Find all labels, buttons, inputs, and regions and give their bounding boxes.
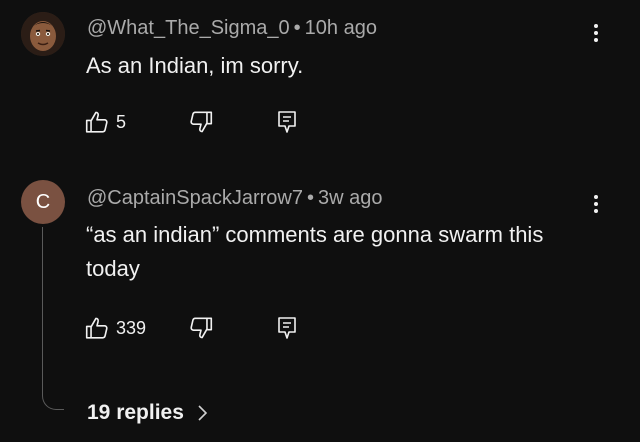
more-vertical-icon[interactable]	[584, 18, 608, 48]
like-button[interactable]: 5	[84, 106, 126, 138]
comment-text: “as an indian” comments are gonna swarm …	[86, 222, 544, 281]
avatar-face-image	[21, 12, 65, 56]
thread-connector-line	[42, 227, 64, 410]
like-button[interactable]: 339	[84, 312, 146, 344]
comments-section: @What_The_Sigma_0 • 10h ago As an Indian, …	[0, 0, 640, 442]
comment-timestamp[interactable]: 10h ago	[305, 17, 377, 39]
thumbs-up-icon	[85, 111, 108, 133]
view-replies-button[interactable]: 19 replies	[87, 398, 208, 428]
comment-text: As an Indian, im sorry.	[86, 53, 304, 78]
reply-comment-icon	[278, 317, 296, 339]
dislike-button[interactable]	[184, 106, 218, 138]
comment-actions: 5	[84, 106, 344, 138]
replies-count-label: 19 replies	[87, 401, 184, 424]
thumbs-up-icon	[85, 317, 108, 339]
reply-button[interactable]	[272, 312, 302, 344]
like-count: 339	[116, 317, 147, 338]
meta-separator: •	[306, 187, 314, 209]
avatar[interactable]	[21, 12, 65, 56]
more-vertical-icon[interactable]	[584, 189, 608, 219]
comment-author[interactable]: @CaptainSpackJarrow7	[87, 187, 303, 209]
avatar-letter: C	[35, 190, 51, 213]
avatar[interactable]: C	[21, 180, 65, 224]
meta-separator: •	[293, 17, 301, 39]
comment-meta: @CaptainSpackJarrow7 • 3w ago	[87, 187, 382, 210]
comment-author[interactable]: @What_The_Sigma_0	[87, 17, 290, 39]
reply-comment-icon	[278, 111, 296, 133]
comment-item: C @CaptainSpackJarrow7 • 3w ago “as an ind…	[0, 170, 640, 442]
thumbs-down-icon	[190, 317, 213, 339]
comment-meta: @What_The_Sigma_0 • 10h ago	[87, 17, 377, 40]
thumbs-down-icon	[190, 111, 213, 133]
like-count: 5	[116, 111, 127, 132]
comment-timestamp[interactable]: 3w ago	[318, 187, 383, 209]
comment-actions: 339	[84, 312, 344, 344]
chevron-right-icon	[198, 405, 208, 421]
reply-button[interactable]	[272, 106, 302, 138]
comment-item: @What_The_Sigma_0 • 10h ago As an Indian, …	[0, 0, 640, 150]
dislike-button[interactable]	[184, 312, 218, 344]
